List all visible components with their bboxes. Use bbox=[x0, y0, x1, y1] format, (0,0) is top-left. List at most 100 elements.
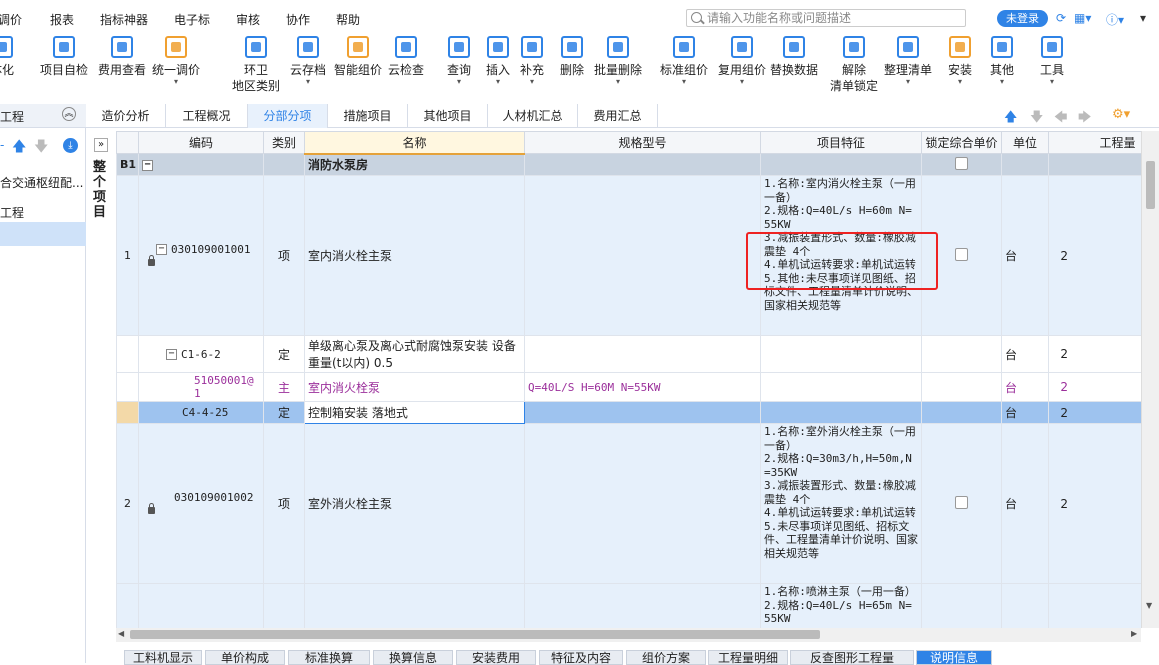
code-cell[interactable]: 51050001@1 bbox=[138, 372, 264, 402]
row-number-cell[interactable] bbox=[116, 583, 139, 628]
tab-3[interactable]: 措施项目 bbox=[328, 104, 408, 128]
quantity-cell[interactable]: 2 bbox=[1048, 423, 1141, 584]
arrow-up-icon[interactable]: 🡅 bbox=[12, 136, 26, 160]
table-row[interactable]: − C1-6-2 定 单级离心泵及离心式耐腐蚀泵安装 设备重量(t以内) 0.5 台 2 bbox=[116, 335, 1141, 373]
chevron-down-icon[interactable]: ▾ bbox=[520, 78, 544, 86]
code-cell[interactable] bbox=[138, 583, 264, 628]
feature-cell[interactable]: 1.名称:喷淋主泵（一用一备） 2.规格:Q=40L/s H=65m N=55K… bbox=[760, 583, 922, 628]
spec-cell[interactable] bbox=[524, 335, 761, 373]
quantity-cell[interactable]: 2 bbox=[1048, 401, 1141, 424]
category-cell[interactable]: 项 bbox=[263, 175, 305, 336]
toolbar-replace-data-button[interactable]: 替换数据 bbox=[770, 36, 818, 78]
horizontal-scrollbar[interactable]: ◀ ▶ bbox=[116, 628, 1141, 642]
menu-item-tiaojia[interactable]: 调价 bbox=[0, 11, 22, 28]
chevron-down-icon[interactable]: ▾ bbox=[660, 78, 708, 86]
tab-1[interactable]: 工程概况 bbox=[166, 104, 248, 128]
tree-collapse-icon[interactable]: − bbox=[142, 159, 153, 171]
name-cell[interactable]: 室内消火栓泵 bbox=[304, 372, 525, 402]
table-row[interactable]: C4-4-25 定 控制箱安装 落地式 台 2 bbox=[116, 401, 1141, 424]
toolbar-supplement-button[interactable]: 补充 ▾ bbox=[520, 36, 544, 86]
category-cell[interactable]: 项 bbox=[263, 423, 305, 584]
name-cell[interactable]: 消防水泵房 bbox=[304, 153, 525, 176]
toolbar-insert-button[interactable]: 插入 ▾ bbox=[486, 36, 510, 86]
tree-collapse-icon[interactable]: − bbox=[166, 348, 177, 360]
feature-cell[interactable] bbox=[760, 335, 922, 373]
tab-0[interactable]: 造价分析 bbox=[86, 104, 166, 128]
unit-cell[interactable] bbox=[1001, 583, 1049, 628]
column-header-8[interactable]: 工程量 bbox=[1048, 131, 1141, 154]
column-header-2[interactable]: 类别 bbox=[263, 131, 305, 154]
horizontal-scroll-thumb[interactable] bbox=[130, 630, 820, 639]
code-cell[interactable]: − bbox=[138, 153, 264, 176]
column-header-6[interactable]: 锁定综合单价 bbox=[921, 131, 1002, 154]
tree-item-selected[interactable] bbox=[0, 222, 86, 246]
lock-price-checkbox[interactable] bbox=[955, 495, 968, 509]
lock-price-cell[interactable] bbox=[921, 401, 1002, 424]
quantity-cell[interactable] bbox=[1048, 153, 1141, 176]
refresh-icon[interactable]: ⟳ bbox=[1056, 11, 1066, 25]
chevron-down-icon[interactable]: ▾ bbox=[290, 78, 326, 86]
name-cell[interactable]: 单级离心泵及离心式耐腐蚀泵安装 设备重量(t以内) 0.5 bbox=[304, 335, 525, 373]
category-cell[interactable]: 主 bbox=[263, 372, 305, 402]
tree-item-hub[interactable]: 合交通枢纽配... bbox=[0, 174, 83, 191]
move-left-icon[interactable]: 🡄 bbox=[1054, 108, 1067, 130]
row-number-cell[interactable]: 1 bbox=[116, 175, 139, 336]
toolbar-self-check-button[interactable]: 项目自检 bbox=[40, 36, 88, 78]
collapse-icon[interactable]: ︽ bbox=[62, 107, 76, 121]
row-number-cell[interactable] bbox=[116, 372, 139, 402]
menu-item-report[interactable]: 报表 bbox=[50, 11, 74, 28]
scroll-right-icon[interactable]: ▶ bbox=[1131, 629, 1137, 638]
toolbar-standard-pricing-button[interactable]: 标准组价 ▾ bbox=[660, 36, 708, 86]
tab-6[interactable]: 费用汇总 bbox=[578, 104, 658, 128]
spec-cell[interactable] bbox=[524, 401, 761, 424]
feature-cell[interactable] bbox=[760, 372, 922, 402]
spec-cell[interactable] bbox=[524, 583, 761, 628]
column-header-4[interactable]: 规格型号 bbox=[524, 131, 761, 154]
toolbar-query-button[interactable]: 查询 ▾ bbox=[447, 36, 471, 86]
toolbar-other-button[interactable]: 其他 ▾ bbox=[990, 36, 1014, 86]
download-icon[interactable]: ⤓ bbox=[63, 138, 78, 153]
feature-cell[interactable] bbox=[760, 401, 922, 424]
arrow-down-icon[interactable]: 🡇 bbox=[34, 136, 48, 160]
category-cell[interactable] bbox=[263, 153, 305, 176]
dash-icon[interactable]: - bbox=[0, 138, 4, 152]
chevron-down-icon[interactable]: ▾ bbox=[1040, 78, 1064, 86]
lock-price-cell[interactable] bbox=[921, 583, 1002, 628]
toolbar-region-category-button[interactable]: 环卫 地区类别 bbox=[232, 36, 280, 94]
column-header-3[interactable]: 名称 bbox=[304, 131, 525, 155]
spec-cell[interactable] bbox=[524, 423, 761, 584]
tab-4[interactable]: 其他项目 bbox=[408, 104, 488, 128]
settings-icon[interactable]: ⚙▾ bbox=[1112, 107, 1130, 122]
category-cell[interactable]: 定 bbox=[263, 401, 305, 424]
menu-item-indicator[interactable]: 指标神器 bbox=[100, 11, 148, 28]
quantity-cell[interactable]: 2 bbox=[1048, 372, 1141, 402]
name-cell[interactable] bbox=[304, 583, 525, 628]
lock-price-cell[interactable] bbox=[921, 423, 1002, 584]
search-box[interactable] bbox=[686, 9, 966, 27]
quantity-cell[interactable]: 2 bbox=[1048, 335, 1141, 373]
tab-2[interactable]: 分部分项 bbox=[248, 104, 328, 128]
menu-item-ebid[interactable]: 电子标 bbox=[174, 11, 210, 28]
chevron-down-icon[interactable]: ▾ bbox=[447, 78, 471, 86]
code-cell[interactable]: C4-4-25 bbox=[138, 401, 264, 424]
toolbar-cloud-check-button[interactable]: 云检查 bbox=[388, 36, 424, 78]
toolbar-delete-button[interactable]: 删除 bbox=[560, 36, 584, 78]
unit-cell[interactable]: 台 bbox=[1001, 175, 1049, 336]
code-cell[interactable]: −030109001001 bbox=[138, 175, 264, 336]
quantity-cell[interactable]: 2 bbox=[1048, 175, 1141, 336]
move-down-icon[interactable]: 🡇 bbox=[1030, 108, 1043, 130]
lock-price-checkbox[interactable] bbox=[955, 247, 968, 261]
chevron-down-icon[interactable]: ▾ bbox=[884, 78, 932, 86]
unit-cell[interactable]: 台 bbox=[1001, 401, 1049, 424]
table-row[interactable]: 1−030109001001 项室内消火栓主泵 1.名称:室内消火栓主泵（一用一备）… bbox=[116, 175, 1141, 336]
row-number-cell[interactable]: 2 bbox=[116, 423, 139, 584]
vertical-scroll-thumb[interactable] bbox=[1146, 161, 1155, 209]
table-row[interactable]: 2 030109001002 项 室外消火栓主泵 1.名称:室外消火栓主泵（一用一备） … bbox=[116, 423, 1141, 584]
vertical-scrollbar[interactable]: ▼ bbox=[1141, 131, 1159, 628]
tab-5[interactable]: 人材机汇总 bbox=[488, 104, 578, 128]
chevron-down-icon[interactable]: ▾ bbox=[990, 78, 1014, 86]
tree-collapse-icon[interactable]: − bbox=[156, 243, 167, 255]
menu-item-help[interactable]: 帮助 bbox=[336, 11, 360, 28]
toolbar-tools-button[interactable]: 工具 ▾ bbox=[1040, 36, 1064, 86]
quantity-cell[interactable] bbox=[1048, 583, 1141, 628]
